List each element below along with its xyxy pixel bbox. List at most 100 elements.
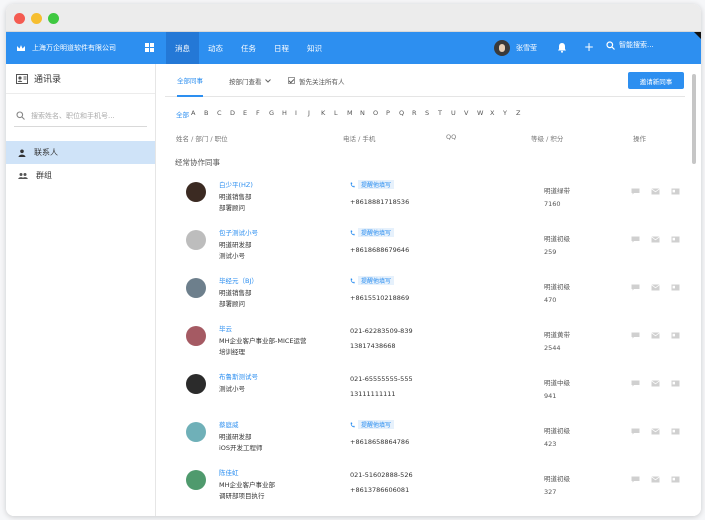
- card-icon[interactable]: [671, 428, 680, 435]
- alpha-filter-letter[interactable]: F: [256, 109, 269, 119]
- alpha-filter-letter[interactable]: J: [308, 109, 321, 119]
- alpha-filter-letter[interactable]: X: [490, 109, 503, 119]
- alpha-filter-letter[interactable]: L: [334, 109, 347, 119]
- contact-name[interactable]: 蔡庭威: [219, 419, 239, 429]
- apps-grid-icon[interactable]: [145, 43, 154, 52]
- contact-name[interactable]: 白少平(HZ): [219, 179, 253, 189]
- card-icon[interactable]: [671, 476, 680, 483]
- tab-all-colleagues[interactable]: 全部同事: [177, 64, 203, 97]
- card-icon[interactable]: [671, 380, 680, 387]
- card-icon[interactable]: [671, 236, 680, 243]
- card-icon[interactable]: [671, 284, 680, 291]
- chat-icon[interactable]: [631, 332, 640, 339]
- mail-icon[interactable]: [651, 380, 660, 387]
- chevron-down-icon: [264, 78, 271, 83]
- user-menu[interactable]: 张雪莹: [494, 38, 537, 58]
- avatar[interactable]: [186, 470, 206, 490]
- table-row[interactable]: 包子测试小号 明道研发部 测试小号 提醒他填写 +8618688679646 明道初级 25…: [157, 227, 687, 275]
- contact-name[interactable]: 毕经元（BJ）: [219, 275, 258, 285]
- alpha-filter-letter[interactable]: M: [347, 109, 360, 119]
- scrollbar[interactable]: [692, 74, 696, 164]
- remind-fill-phone[interactable]: 提醒他填写: [350, 420, 395, 429]
- invite-colleague-button[interactable]: 邀请新同事: [628, 72, 684, 89]
- column-header-qq: QQ: [446, 133, 457, 141]
- alpha-filter-letter[interactable]: Z: [516, 109, 529, 119]
- nav-tab-tasks[interactable]: 任务: [232, 32, 265, 64]
- table-row[interactable]: 白少平(HZ) 明道销售部 部署顾问 提醒他填写 +8618881718536 明道绿带 7…: [157, 179, 687, 227]
- avatar[interactable]: [186, 278, 206, 298]
- remind-fill-phone[interactable]: 提醒他填写: [350, 228, 395, 237]
- table-row[interactable]: 毕经元（BJ） 明道销售部 部署顾问 提醒他填写 +8615510218869 明道初级 4…: [157, 275, 687, 323]
- nav-tab-calendar[interactable]: 日程: [265, 32, 298, 64]
- alpha-filter-letter[interactable]: O: [373, 109, 386, 119]
- avatar[interactable]: [186, 182, 206, 202]
- table-row[interactable]: 布鲁斯测试号 测试小号 021-65555555-555 13111111111 明道中…: [157, 371, 687, 419]
- brand[interactable]: 上海万企明道软件有限公司: [16, 32, 116, 64]
- alpha-filter-letter[interactable]: P: [386, 109, 399, 119]
- zoom-window-button[interactable]: [48, 13, 59, 24]
- table-row[interactable]: 陈佳虹 MH企业客户事业部 调研部项目执行 021-51602888-526 +8613…: [157, 467, 687, 515]
- table-row[interactable]: 蔡庭威 明道研发部 iOS开发工程师 提醒他填写 +8618658864786 明道初级 4…: [157, 419, 687, 467]
- remind-fill-phone[interactable]: 提醒他填写: [350, 276, 395, 285]
- nav-tab-messages[interactable]: 消息: [166, 32, 199, 64]
- minimize-window-button[interactable]: [31, 13, 42, 24]
- contact-search-input[interactable]: 搜索姓名、职位和手机号...: [14, 105, 147, 127]
- contact-name[interactable]: 布鲁斯测试号: [219, 371, 258, 381]
- chat-icon[interactable]: [631, 236, 640, 243]
- chat-icon[interactable]: [631, 188, 640, 195]
- alpha-filter-letter[interactable]: B: [204, 109, 217, 119]
- alpha-filter-letter[interactable]: U: [451, 109, 464, 119]
- tab-by-department[interactable]: 按部门查看: [229, 64, 271, 97]
- chat-icon[interactable]: [631, 428, 640, 435]
- bell-icon[interactable]: [557, 42, 567, 53]
- alpha-filter-letter[interactable]: V: [464, 109, 477, 119]
- mail-icon[interactable]: [651, 188, 660, 195]
- alpha-filter-letter[interactable]: W: [477, 109, 490, 119]
- alpha-filter-letter[interactable]: T: [438, 109, 451, 119]
- alpha-filter-letter[interactable]: C: [217, 109, 230, 119]
- alpha-filter-letter[interactable]: H: [282, 109, 295, 119]
- contact-name[interactable]: 毕云: [219, 323, 232, 333]
- contact-name[interactable]: 陈佳虹: [219, 467, 239, 477]
- alpha-filter-letter[interactable]: I: [295, 109, 308, 119]
- add-icon[interactable]: +: [584, 41, 594, 53]
- avatar[interactable]: [186, 422, 206, 442]
- chat-icon[interactable]: [631, 476, 640, 483]
- chat-icon[interactable]: [631, 284, 640, 291]
- follow-all-toggle[interactable]: 暂先关注所有人: [288, 64, 345, 97]
- avatar[interactable]: [186, 374, 206, 394]
- sidebar-item-contacts[interactable]: 联系人: [6, 141, 155, 164]
- mail-icon[interactable]: [651, 284, 660, 291]
- table-row[interactable]: 毕云 MH企业客户事业部-MICE运营 培训经理 021-62283509-839 13…: [157, 323, 687, 371]
- alpha-filter-letter[interactable]: K: [321, 109, 334, 119]
- mail-icon[interactable]: [651, 428, 660, 435]
- alpha-filter-letter[interactable]: S: [425, 109, 438, 119]
- nav-tab-knowledge[interactable]: 知识: [298, 32, 331, 64]
- mail-icon[interactable]: [651, 236, 660, 243]
- alpha-filter-letter[interactable]: A: [191, 109, 204, 119]
- card-icon[interactable]: [671, 332, 680, 339]
- remind-fill-phone[interactable]: 提醒他填写: [350, 180, 395, 189]
- chat-icon[interactable]: [631, 380, 640, 387]
- avatar[interactable]: [186, 326, 206, 346]
- contact-level: 明道初级: [544, 235, 570, 243]
- alpha-filter-letter[interactable]: Q: [399, 109, 412, 119]
- alpha-filter-letter[interactable]: Y: [503, 109, 516, 119]
- alpha-filter-all[interactable]: 全部: [176, 109, 191, 119]
- avatar[interactable]: [186, 230, 206, 250]
- alpha-filter-letter[interactable]: R: [412, 109, 425, 119]
- alpha-filter-letter[interactable]: G: [269, 109, 282, 119]
- mail-icon[interactable]: [651, 332, 660, 339]
- card-icon[interactable]: [671, 188, 680, 195]
- alpha-filter-letter[interactable]: E: [243, 109, 256, 119]
- nav-tab-feed[interactable]: 动态: [199, 32, 232, 64]
- close-window-button[interactable]: [14, 13, 25, 24]
- mail-icon[interactable]: [651, 476, 660, 483]
- global-search[interactable]: 智能搜索...: [606, 40, 654, 50]
- alpha-filter-letter[interactable]: N: [360, 109, 373, 119]
- follow-all-label: 暂先关注所有人: [299, 77, 345, 86]
- sidebar-item-groups[interactable]: 群组: [6, 164, 155, 187]
- follow-all-checkbox[interactable]: [288, 77, 295, 84]
- alpha-filter-letter[interactable]: D: [230, 109, 243, 119]
- contact-name[interactable]: 包子测试小号: [219, 227, 258, 237]
